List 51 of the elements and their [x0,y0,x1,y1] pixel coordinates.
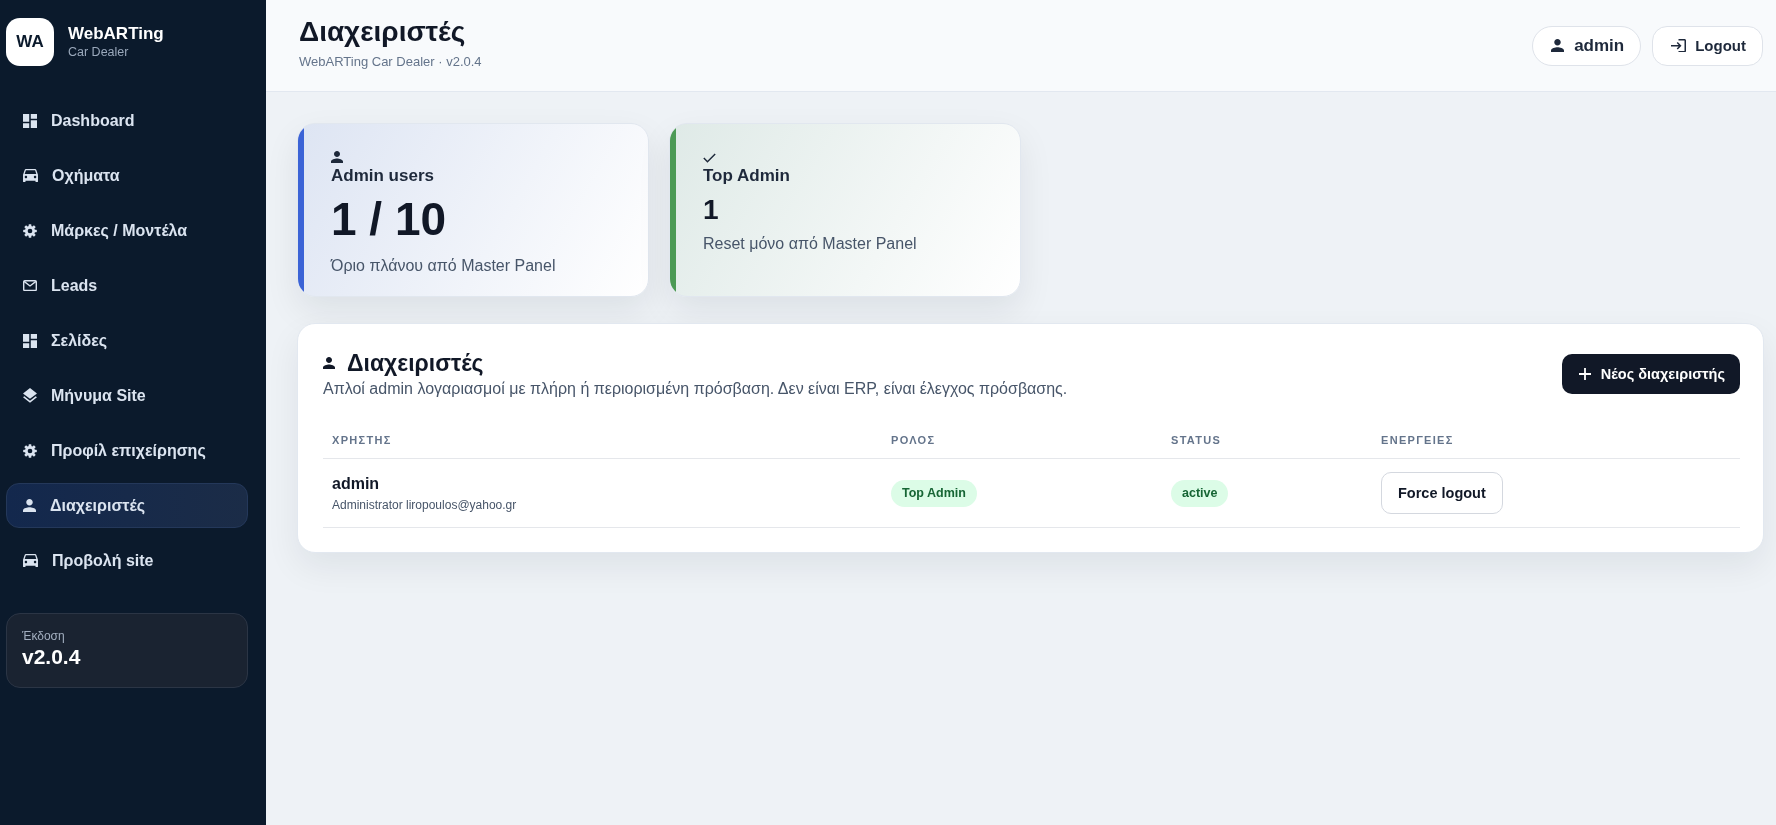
logout-button[interactable]: Logout [1652,25,1763,66]
column-header: ΡΟΛΟΣ [890,433,937,446]
nav-item[interactable]: Μάρκες / Μοντέλα [6,208,248,253]
car-icon [23,553,38,568]
version-number: v2.0.4 [22,644,82,670]
force-logout-button[interactable]: Force logout [1381,472,1503,514]
section-title: Διαχειριστές [347,349,484,377]
plus-icon [1578,368,1591,380]
settings-icon [23,223,37,238]
column-header: ΧΡΗΣΤΗΣ [331,433,393,446]
column-header: ΕΝΕΡΓΕΙΕΣ [1380,433,1455,446]
page-subtitle: WebARTing Car Dealer · v2.0.4 [299,54,482,70]
settings-icon [23,443,37,458]
page-title: Διαχειριστές [299,15,467,49]
nav-item[interactable]: Dashboard [6,98,248,143]
arrow-into-box-icon [1671,38,1687,53]
stat-title: Top Admin [703,166,790,186]
person-icon [1551,39,1565,52]
nav-item[interactable]: Leads [6,263,248,308]
brand-tagline: Car Dealer [68,44,130,60]
user-button[interactable]: admin [1532,25,1642,66]
nav-item[interactable]: Προφίλ επιχείρησης [6,428,248,473]
envelope-icon [23,279,37,292]
layers-icon [23,388,37,403]
column-header: STATUS [1170,433,1223,446]
brand-name: WebARTing [68,24,164,44]
check-icon [703,153,716,163]
logo: WA [6,18,54,66]
person-icon [331,151,343,163]
user-name: admin [332,473,380,494]
new-admin-button[interactable]: Νέος διαχειριστής [1561,354,1740,394]
user-details: Administrator liropoulos@yahoo.gr [332,497,517,513]
grid-icon [23,333,37,348]
grid-icon [23,113,37,128]
nav-item[interactable]: Σελίδες [6,318,248,363]
nav-item[interactable]: Διαχειριστές [6,483,248,528]
person-icon [323,357,335,369]
role-badge: Top Admin [891,479,977,507]
car-icon [23,168,38,183]
version-label: Έκδοση [22,629,66,644]
stat-value: 1 / 10 [331,194,447,244]
nav-item[interactable]: Οχήματα [6,153,248,198]
section-description: Απλοί admin λογαριασμοί με πλήρη ή περιορισμένη πρόσβαση. Δεν είναι ERP, είναι έλεγχος πρόσβασης. [323,379,1068,399]
person-icon [23,499,36,512]
nav-item[interactable]: Προβολή site [6,538,248,583]
status-badge: active [1171,479,1229,507]
stat-note: Όριο πλάνου από Master Panel [331,256,556,276]
stat-note: Reset μόνο από Master Panel [703,234,917,254]
stat-title: Admin users [331,166,434,186]
nav-item[interactable]: Μήνυμα Site [6,373,248,418]
stat-value: 1 [703,194,719,226]
